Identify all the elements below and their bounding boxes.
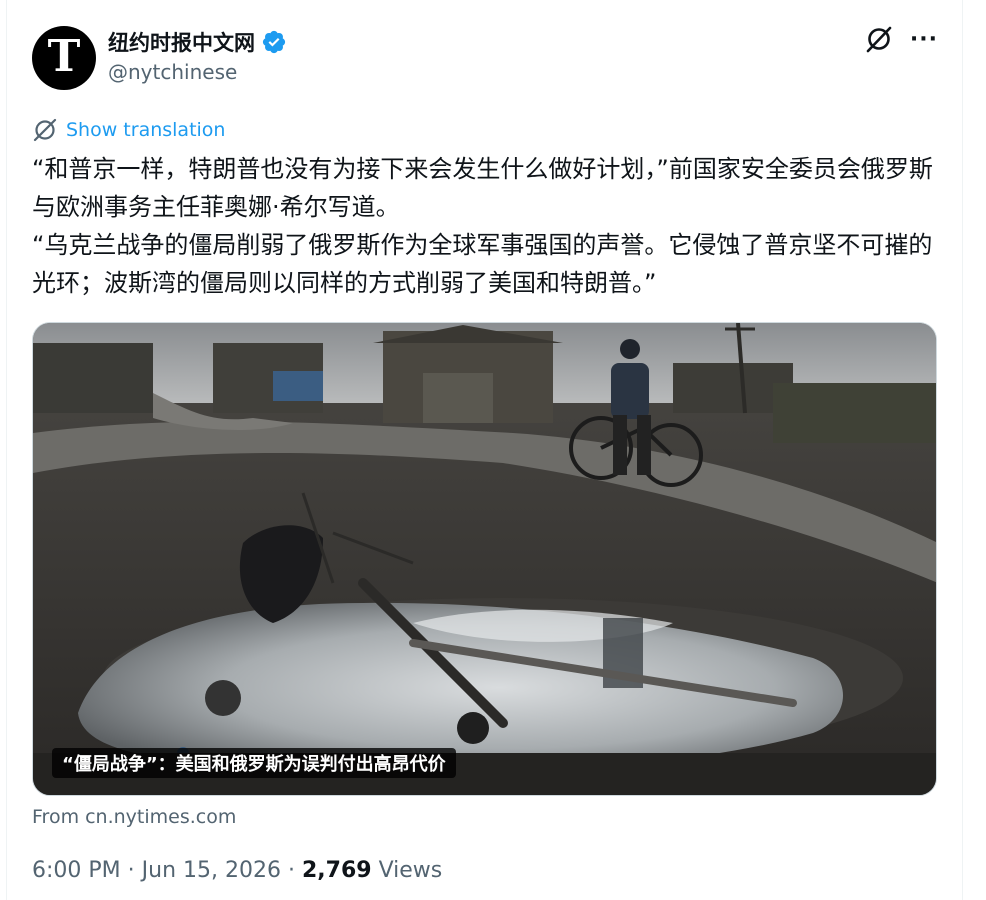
tweet-photo[interactable] — [32, 322, 937, 796]
link-source[interactable]: From cn.nytimes.com — [32, 806, 236, 828]
media-caption: “僵局战争”：美国和俄罗斯为误判付出高昂代价 — [52, 748, 456, 778]
show-translation-label: Show translation — [66, 119, 226, 141]
tweet-paragraph-1: “和普京一样，特朗普也没有为接下来会发生什么做好计划，”前国家安全委员会俄罗斯与… — [32, 155, 933, 221]
meta-separator: · — [288, 858, 295, 883]
verified-badge-icon[interactable] — [261, 29, 287, 55]
tweet-paragraph-2: “乌克兰战争的僵局削弱了俄罗斯作为全球军事强国的声誉。它侵蚀了普京坚不可摧的光环… — [32, 231, 933, 297]
show-translation-button[interactable]: Show translation — [32, 117, 225, 143]
meta-separator: · — [127, 858, 135, 883]
tweet-meta: 6:00 PM · Jun 15, 2026 · 2,769 Views — [32, 858, 442, 883]
nyt-logo-letter: T — [47, 31, 81, 82]
translate-icon — [32, 117, 58, 143]
avatar[interactable]: T — [32, 26, 96, 90]
tweet-actions: ··· — [864, 24, 938, 54]
author-handle[interactable]: @nytchinese — [108, 60, 237, 84]
tweet-date[interactable]: Jun 15, 2026 — [142, 858, 281, 883]
grok-slash-icon[interactable] — [864, 24, 894, 54]
tweet-time[interactable]: 6:00 PM — [32, 858, 121, 883]
war-scene-photo — [33, 323, 936, 795]
ellipsis-icon[interactable]: ··· — [910, 27, 938, 52]
views-label: Views — [378, 858, 443, 883]
right-border — [962, 0, 963, 900]
left-border — [6, 0, 7, 900]
tweet-text: “和普京一样，特朗普也没有为接下来会发生什么做好计划，”前国家安全委员会俄罗斯与… — [32, 150, 937, 302]
display-name[interactable]: 纽约时报中文网 — [108, 27, 255, 57]
author-name-row[interactable]: 纽约时报中文网 — [108, 26, 287, 58]
views-count: 2,769 — [302, 858, 372, 883]
